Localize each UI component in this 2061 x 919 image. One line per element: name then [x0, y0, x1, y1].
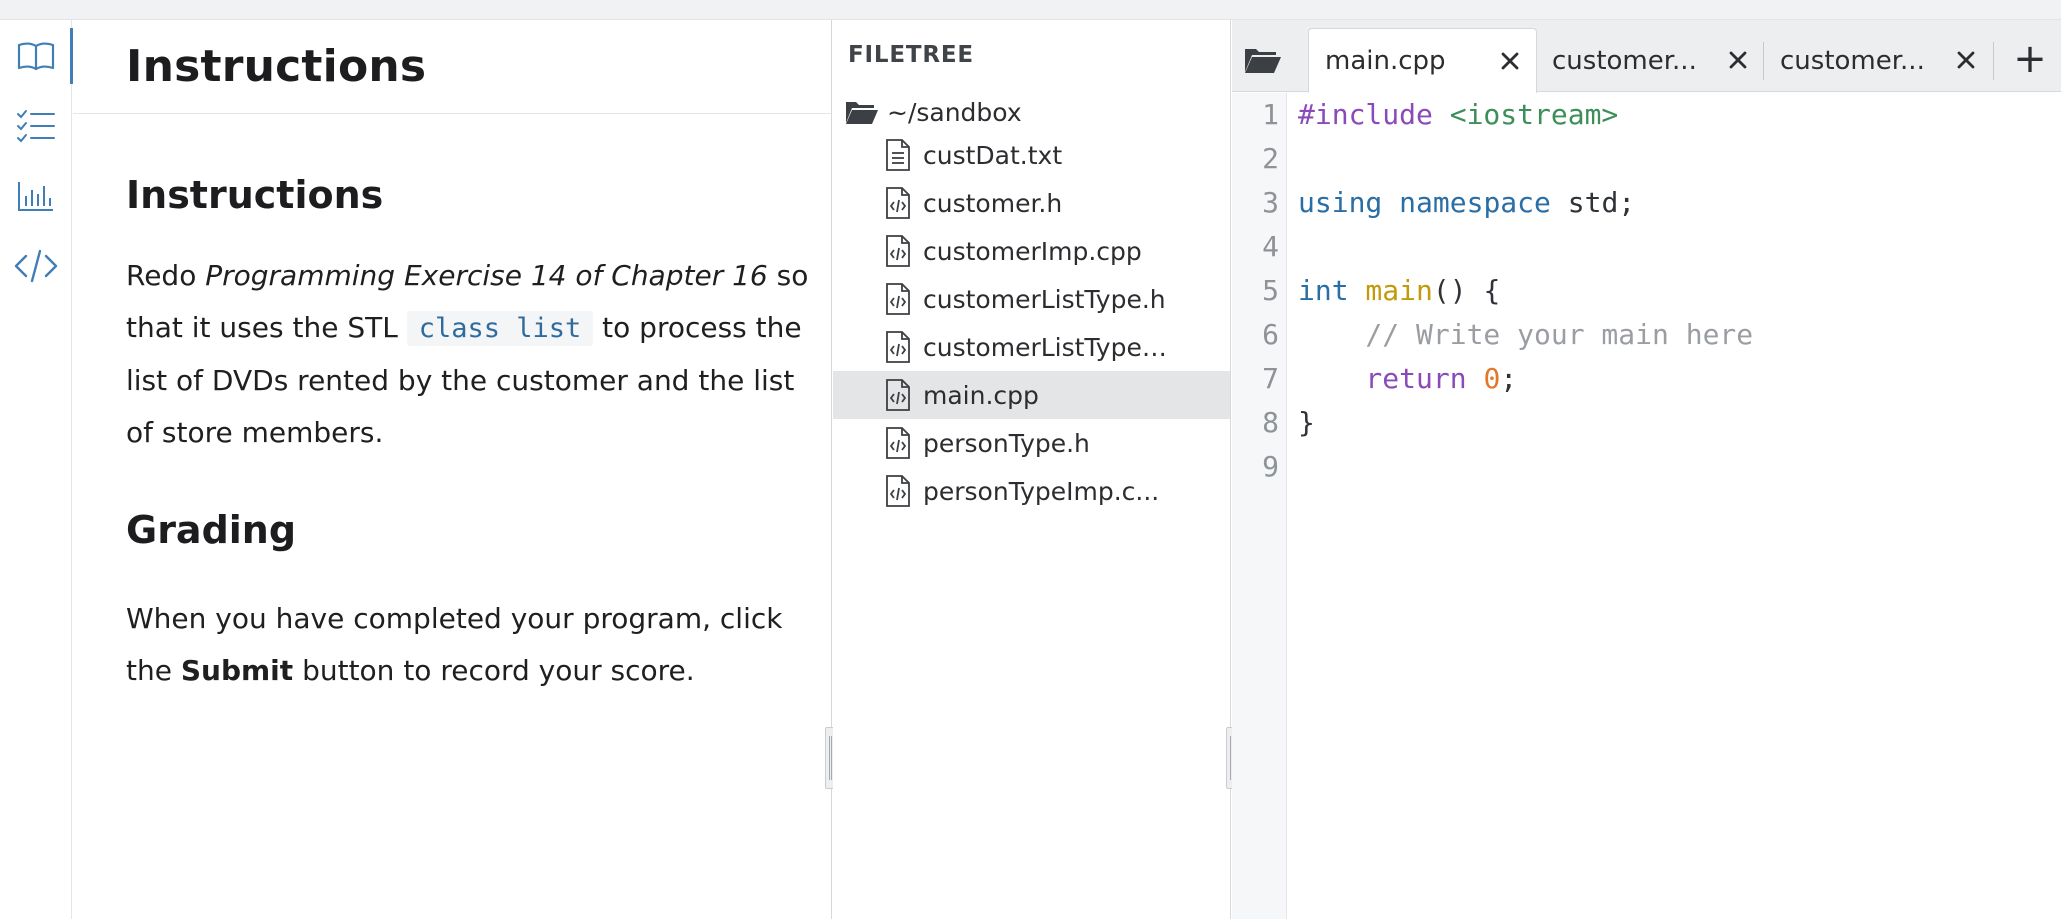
close-icon[interactable]: [1498, 49, 1522, 73]
code-file-icon: [886, 283, 910, 315]
inline-code: class list: [406, 311, 594, 346]
instructions-panel: Instructions Instructions Redo Programmi…: [73, 20, 835, 919]
folder-open-icon: [846, 102, 878, 124]
line-number: 8: [1262, 406, 1279, 439]
grading-paragraph: When you have completed your program, cl…: [126, 593, 816, 697]
tab-customer-1[interactable]: customer...: [1536, 28, 1764, 93]
token-using: using: [1298, 186, 1383, 219]
file-custdat-txt[interactable]: custDat.txt: [833, 131, 1230, 179]
file-label: personTypeImp.c...: [923, 476, 1160, 506]
bar-chart-icon: [18, 182, 53, 211]
top-strip: [0, 0, 2061, 20]
text-redo: Redo: [126, 259, 206, 292]
file-label: customer.h: [923, 188, 1063, 218]
file-persontype-h[interactable]: personType.h: [833, 419, 1230, 467]
code-file-icon: [886, 427, 910, 459]
tab-customer-2[interactable]: customer...: [1764, 28, 1992, 93]
code-icon: [14, 249, 58, 283]
file-persontypeimp-cpp[interactable]: personTypeImp.c...: [833, 467, 1230, 515]
tab-label: customer...: [1552, 45, 1697, 76]
file-label: customerListTypeI...: [923, 332, 1173, 362]
rail-instructions-button[interactable]: [0, 20, 73, 92]
file-customerlisttypeimp[interactable]: customerListTypeI...: [833, 323, 1230, 371]
token-paren: () {: [1432, 274, 1501, 307]
text-file-icon: [886, 139, 910, 171]
token-header: <iostream>: [1432, 98, 1619, 131]
close-icon[interactable]: [1954, 48, 1978, 72]
checklist-icon: [17, 110, 55, 143]
filetree-title: FILETREE: [848, 42, 974, 68]
file-customer-h[interactable]: customer.h: [833, 179, 1230, 227]
instructions-paragraph: Redo Programming Exercise 14 of Chapter …: [126, 250, 816, 459]
file-main-cpp[interactable]: main.cpp: [833, 371, 1230, 419]
folder-sandbox[interactable]: ~/sandbox: [845, 91, 1022, 133]
token-semicolon: ;: [1500, 362, 1518, 395]
tab-main-cpp[interactable]: main.cpp: [1308, 28, 1537, 93]
code-file-icon: [886, 475, 910, 507]
code-line-6: // Write your main here: [1298, 313, 1753, 357]
tab-separator: [1993, 42, 1994, 80]
token-main: main: [1348, 274, 1433, 307]
code-line-1: #include <iostream>: [1298, 93, 1618, 137]
line-number: 3: [1262, 186, 1279, 219]
close-icon[interactable]: [1726, 48, 1750, 72]
file-label: custDat.txt: [923, 140, 1063, 170]
exercise-reference: Programming Exercise 14 of Chapter 16: [205, 259, 768, 292]
line-number: 5: [1262, 274, 1279, 307]
file-customerlisttype-h[interactable]: customerListType.h: [833, 275, 1230, 323]
code-file-icon: [886, 235, 910, 267]
add-tab-button[interactable]: +: [2008, 34, 2052, 84]
code-line-7: return 0;: [1298, 357, 1517, 401]
token-int: int: [1298, 274, 1349, 307]
section-title-grading: Grading: [126, 508, 297, 552]
token-std: std;: [1550, 186, 1636, 219]
token-directive: #include: [1298, 98, 1433, 131]
code-line-3: using namespace std;: [1298, 181, 1635, 225]
instructions-body: Instructions Redo Programming Exercise 1…: [73, 172, 831, 697]
instructions-header: Instructions: [73, 20, 831, 114]
line-number: 7: [1262, 362, 1279, 395]
code-line-5: int main() {: [1298, 269, 1500, 313]
code-editor: main.cpp customer... customer... + 1 2 3…: [1232, 20, 2061, 919]
page-title: Instructions: [126, 41, 427, 92]
book-icon: [17, 42, 55, 71]
open-folder-button[interactable]: [1232, 28, 1294, 92]
code-file-icon: [886, 379, 910, 411]
section-title-instructions: Instructions: [126, 173, 384, 217]
token-zero: 0: [1483, 362, 1501, 395]
line-number: 4: [1262, 230, 1279, 263]
rail-code-button[interactable]: [0, 230, 72, 302]
text-grading-end: button to record your score.: [293, 654, 695, 687]
file-customerimp-cpp[interactable]: customerImp.cpp: [833, 227, 1230, 275]
code-file-icon: [886, 331, 910, 363]
code-file-icon: [886, 187, 910, 219]
code-area[interactable]: 1 2 3 4 5 6 7 8 9 #include <iostream> us…: [1232, 93, 2061, 919]
token-namespace: namespace: [1382, 186, 1551, 219]
token-return: return: [1298, 362, 1467, 395]
folder-label: ~/sandbox: [887, 97, 1022, 127]
submit-reference: Submit: [180, 654, 294, 687]
filetree-panel: FILETREE ~/sandbox custDat.txt customer.…: [833, 20, 1236, 919]
file-label: personType.h: [923, 428, 1090, 458]
tab-label: customer...: [1780, 45, 1925, 76]
activity-rail: [0, 20, 73, 919]
tab-label: main.cpp: [1325, 46, 1446, 76]
rail-results-button[interactable]: [0, 160, 72, 232]
line-number: 2: [1262, 142, 1279, 175]
rail-tasks-button[interactable]: [0, 90, 72, 162]
file-label: customerListType.h: [923, 284, 1166, 314]
token-brace: }: [1298, 406, 1315, 439]
token-comment: // Write your main here: [1298, 318, 1754, 351]
line-number: 9: [1262, 450, 1279, 483]
editor-tab-bar: main.cpp customer... customer... +: [1232, 20, 2061, 93]
folder-open-icon: [1245, 49, 1281, 73]
file-label: customerImp.cpp: [923, 236, 1142, 266]
code-line-8: }: [1298, 401, 1315, 445]
line-number: 1: [1262, 98, 1279, 131]
file-label: main.cpp: [923, 380, 1039, 410]
line-number: 6: [1262, 318, 1279, 351]
